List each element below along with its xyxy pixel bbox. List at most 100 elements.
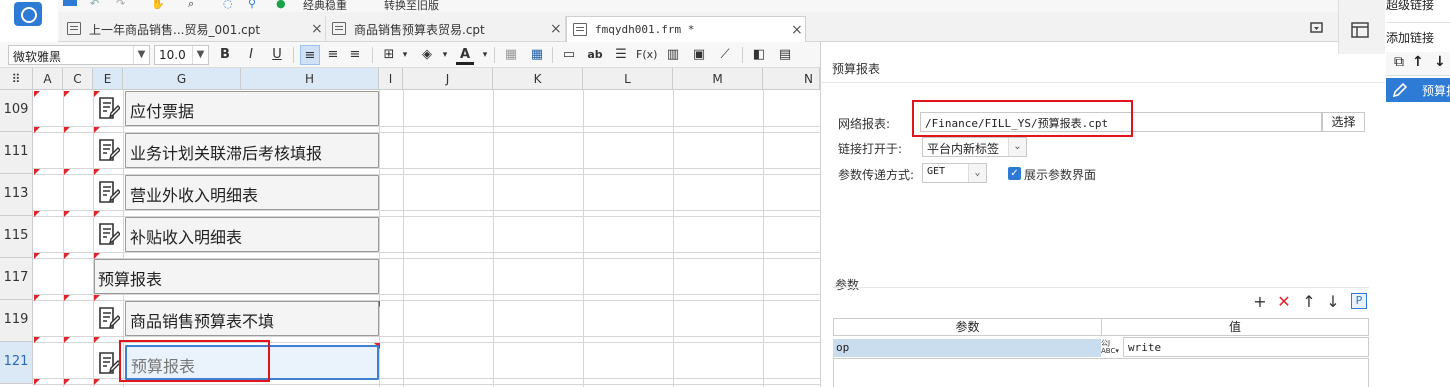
table-icon[interactable]: ▦: [528, 45, 546, 65]
col-header-c[interactable]: C: [63, 68, 93, 90]
preview-icon[interactable]: ⌕: [188, 0, 194, 11]
select-button[interactable]: 选择: [1322, 112, 1365, 132]
row-113-button[interactable]: 营业外收入明细表: [125, 175, 379, 210]
close-icon[interactable]: ×: [550, 21, 562, 37]
freeze-icon[interactable]: ◧: [750, 45, 768, 65]
layout-icon[interactable]: ▤: [776, 45, 794, 65]
side-toolbar: [1338, 0, 1385, 54]
add-icon[interactable]: +: [1252, 293, 1268, 311]
search-icon[interactable]: ⚲: [248, 0, 256, 10]
chart-icon[interactable]: ▥: [664, 45, 682, 65]
row-115-button[interactable]: 补贴收入明细表: [125, 217, 379, 252]
add-link-button[interactable]: 添加链接: [1386, 29, 1434, 46]
pin-icon[interactable]: ◌: [223, 0, 233, 10]
redo-icon[interactable]: ↷: [116, 0, 125, 10]
row-119-button[interactable]: 商品销售预算表不填: [125, 301, 379, 336]
undo-icon[interactable]: ↶: [90, 0, 99, 10]
font-size-select[interactable]: 10.0 ▼: [154, 45, 209, 65]
image-icon[interactable]: ▣: [690, 45, 708, 65]
close-icon[interactable]: ×: [791, 22, 803, 38]
hand-icon[interactable]: ✋: [151, 0, 165, 10]
spreadsheet-grid[interactable]: ⠿ A C E G H I J K L M N 109 111 113 115 …: [0, 68, 820, 387]
param-p-icon[interactable]: P: [1351, 293, 1367, 309]
close-icon[interactable]: ×: [311, 21, 323, 37]
row-header[interactable]: 121: [0, 342, 33, 384]
fill-color-icon[interactable]: ◈: [418, 45, 436, 65]
method-label: 参数传递方式:: [838, 168, 915, 182]
merge-cells-icon[interactable]: ▦: [502, 45, 520, 65]
check-icon[interactable]: ●: [276, 0, 286, 10]
col-header-a[interactable]: A: [33, 68, 63, 90]
col-header-j[interactable]: J: [403, 68, 493, 90]
col-header-m[interactable]: M: [673, 68, 763, 90]
col-param[interactable]: 参数: [834, 319, 1102, 335]
menu-icon[interactable]: [63, 0, 77, 6]
convert-menu[interactable]: 转换至旧版: [384, 0, 439, 12]
value-type-icon[interactable]: 公J ABC▾: [1101, 339, 1123, 357]
move-down-icon[interactable]: ↓: [1434, 54, 1446, 70]
move-up-icon[interactable]: ↑: [1301, 293, 1317, 311]
row-header[interactable]: 117: [0, 258, 33, 300]
chevron-down-icon[interactable]: ▾: [436, 45, 454, 65]
col-value[interactable]: 值: [1102, 319, 1368, 335]
app-logo-icon[interactable]: [14, 2, 42, 26]
row-header[interactable]: 113: [0, 174, 33, 216]
paragraph-icon[interactable]: ☰: [612, 45, 630, 65]
params-section-label: 参数: [835, 278, 860, 292]
text-icon[interactable]: ab: [586, 45, 604, 65]
row-111-button[interactable]: 业务计划关联滞后考核填报: [125, 133, 379, 168]
bold-button[interactable]: B: [216, 45, 234, 65]
col-header-k[interactable]: K: [493, 68, 583, 90]
align-left-icon[interactable]: ≡: [300, 45, 320, 65]
align-right-icon[interactable]: ≡: [346, 45, 364, 65]
params-table-row[interactable]: op 公J ABC▾ write: [833, 337, 1369, 359]
divider: [1386, 22, 1450, 23]
align-center-icon[interactable]: ≡: [324, 45, 342, 65]
col-header-i[interactable]: I: [379, 68, 403, 90]
col-header-l[interactable]: L: [583, 68, 673, 90]
row-header[interactable]: 119: [0, 300, 33, 342]
tab-3[interactable]: fmqydh001.frm * ×: [566, 16, 806, 42]
grid-icon: [67, 22, 81, 35]
cell-element-icon[interactable]: ▭: [560, 45, 578, 65]
col-header-g[interactable]: G: [123, 68, 241, 90]
highlight-box: [912, 100, 1133, 137]
col-header-h[interactable]: H: [241, 68, 379, 90]
underline-button[interactable]: U: [268, 45, 286, 65]
form-edit-icon: [99, 223, 120, 245]
chevron-down-icon[interactable]: ▾: [476, 45, 494, 65]
row-header[interactable]: 115: [0, 216, 33, 258]
copy-icon[interactable]: ⧉: [1394, 54, 1404, 70]
param-value-input[interactable]: write: [1123, 337, 1369, 357]
divider: [372, 47, 373, 63]
italic-button[interactable]: I: [242, 45, 260, 65]
font-color-icon[interactable]: A: [456, 45, 474, 65]
font-family-select[interactable]: 微软雅黑 ▼: [8, 45, 150, 65]
move-up-icon[interactable]: ↑: [1412, 54, 1424, 70]
top-menu-bar: ↶ ↷ ✋ ⌕ ◌ ⚲ ● 经典稳重 转换至旧版: [58, 0, 1338, 12]
row-header[interactable]: 109: [0, 90, 33, 132]
col-header-e[interactable]: E: [93, 68, 123, 90]
open-in-select[interactable]: 平台内新标签 ⌄: [922, 137, 1027, 157]
tab-menu-icon[interactable]: [1310, 20, 1326, 36]
param-name-cell[interactable]: op: [833, 339, 1101, 357]
col-header-n[interactable]: N: [763, 68, 820, 90]
slash-icon[interactable]: ⟋: [716, 45, 734, 65]
row-109-button[interactable]: 应付票据: [125, 91, 379, 126]
tab-1[interactable]: 上一年商品销售...贸易_001.cpt ×: [61, 16, 326, 42]
delete-icon[interactable]: ✕: [1276, 293, 1292, 311]
move-down-icon[interactable]: ↓: [1325, 293, 1341, 311]
tab-2[interactable]: 商品销售预算表贸易.cpt ×: [326, 16, 566, 42]
form-edit-icon: [99, 307, 120, 329]
pencil-icon: [1392, 82, 1408, 98]
theme-menu[interactable]: 经典稳重: [303, 0, 347, 12]
row-117-section-title[interactable]: 预算报表: [94, 259, 379, 294]
row-header[interactable]: 111: [0, 132, 33, 174]
show-params-checkbox[interactable]: ✓: [1008, 167, 1021, 180]
method-select[interactable]: GET ⌄: [922, 163, 987, 183]
divider: [820, 82, 1385, 83]
layout-panel-icon[interactable]: [1351, 22, 1369, 38]
corner-cell[interactable]: ⠿: [0, 68, 33, 90]
formula-icon[interactable]: F(x): [636, 45, 657, 65]
chevron-down-icon[interactable]: ▾: [396, 45, 414, 65]
